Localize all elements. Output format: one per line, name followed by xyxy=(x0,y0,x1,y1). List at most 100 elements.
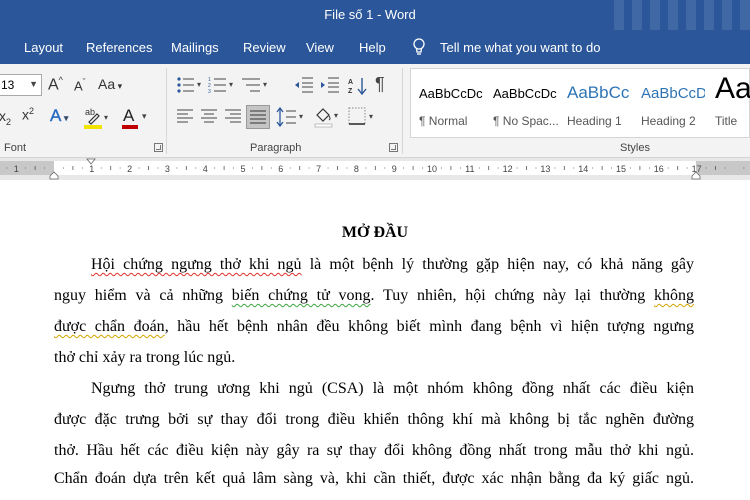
highlight-color-button[interactable]: ab ▾ xyxy=(84,106,110,130)
font-size-dropdown[interactable]: 13 ▼ xyxy=(0,74,42,96)
shading-button[interactable]: ▾ xyxy=(314,106,342,128)
paragraph-2-line-3: thở. Hầu hết các điều kiện này gây ra sự… xyxy=(54,442,694,459)
ruler-number: 4 xyxy=(203,164,208,174)
ribbon: 13 ▼ A^ Aˇ Aa ▾ x2 x2 A ▾ ab ▾ A ▾ Font xyxy=(0,64,750,158)
ruler-number: 7 xyxy=(316,164,321,174)
ruler-number: 3 xyxy=(165,164,170,174)
grow-font-button[interactable]: A^ xyxy=(48,75,63,94)
font-color-button[interactable]: A ▾ xyxy=(122,106,152,130)
align-center-icon xyxy=(201,109,217,123)
lightbulb-icon xyxy=(413,38,425,55)
superscript-button[interactable]: x2 xyxy=(22,106,34,123)
ruler-number: 14 xyxy=(578,164,588,174)
ruler-number: 16 xyxy=(654,164,664,174)
ribbon-tab-bar: Layout References Mailings Review View H… xyxy=(0,30,750,64)
increase-indent-button[interactable] xyxy=(320,76,340,94)
svg-text:▾: ▾ xyxy=(369,112,373,121)
font-group-label: Font xyxy=(4,142,27,154)
show-hide-marks-button[interactable]: ¶ xyxy=(375,74,385,95)
document-heading: MỞ ĐẦU xyxy=(341,224,409,241)
paragraph-1-line-2: nguy hiểm và cả những biến chứng tử vong… xyxy=(54,287,695,304)
decrease-indent-icon xyxy=(295,77,313,93)
ruler-number: 13 xyxy=(540,164,550,174)
shrink-font-button[interactable]: Aˇ xyxy=(74,77,86,93)
line-spacing-icon: ▾ xyxy=(276,106,303,128)
change-case-button[interactable]: Aa ▾ xyxy=(98,76,122,92)
tab-mailings[interactable]: Mailings xyxy=(171,40,219,55)
tab-view[interactable]: View xyxy=(306,40,334,55)
ruler-number: 15 xyxy=(616,164,626,174)
paragraph-1-line-3: được chẩn đoán, hầu hết bệnh nhân đều kh… xyxy=(54,318,694,335)
align-right-icon xyxy=(225,109,241,123)
numbering-button[interactable]: 123 ▾ xyxy=(208,76,236,95)
numbered-list-icon: 123 ▾ xyxy=(208,77,233,95)
paragraph-group-label: Paragraph xyxy=(250,142,302,154)
line-spacing-button[interactable]: ▾ xyxy=(276,106,306,128)
sort-button[interactable]: AZ xyxy=(348,76,368,96)
document-page[interactable]: MỞ ĐẦU Hội chứng ngưng thở khi ngủ là mộ… xyxy=(0,180,750,500)
text-effects-button[interactable]: A ▾ xyxy=(50,106,69,126)
tab-references[interactable]: References xyxy=(86,40,152,55)
multilevel-list-icon: ▾ xyxy=(242,78,267,92)
ruler-number: 11 xyxy=(465,164,474,174)
style-title[interactable]: Aa Title xyxy=(715,69,750,137)
multilevel-list-button[interactable]: ▾ xyxy=(242,76,270,94)
paragraph-1-line-1: Hội chứng ngưng thở khi ngủ là một bệnh … xyxy=(91,256,695,273)
svg-text:▾: ▾ xyxy=(263,80,267,89)
styles-gallery: AaBbCcDc ¶ Normal AaBbCcDc ¶ No Spac... … xyxy=(410,68,750,138)
svg-text:▾: ▾ xyxy=(104,113,108,122)
sort-az-icon: AZ xyxy=(348,78,367,96)
font-dialog-launcher[interactable] xyxy=(154,143,163,152)
ruler-number: 10 xyxy=(427,164,437,174)
chevron-down-icon: ▼ xyxy=(29,79,38,89)
style-heading-2[interactable]: AaBbCcD Heading 2 xyxy=(641,69,705,137)
highlighter-icon: ab ▾ xyxy=(84,107,108,129)
ribbon-separator xyxy=(166,68,167,154)
subscript-button[interactable]: x2 xyxy=(0,108,11,127)
justify-button[interactable] xyxy=(246,105,270,129)
ribbon-separator xyxy=(402,68,403,154)
borders-button[interactable]: ▾ xyxy=(348,107,378,127)
title-bar: File số 1 - Word xyxy=(0,0,750,60)
svg-text:▾: ▾ xyxy=(299,112,303,121)
svg-text:▾: ▾ xyxy=(197,80,201,89)
grammar-suggestion: biến chứng tử vong xyxy=(231,287,371,304)
svg-text:▾: ▾ xyxy=(229,80,233,89)
horizontal-ruler[interactable]: 1 1 2 3 4 5 6 7 8 9 10 11 12 13 14 15 16 17 xyxy=(0,158,750,180)
svg-text:ab: ab xyxy=(85,107,95,117)
ruler-number: 6 xyxy=(278,164,283,174)
style-heading-1[interactable]: AaBbCc Heading 1 xyxy=(567,69,629,137)
ruler-number: 8 xyxy=(354,164,359,174)
styles-group-label: Styles xyxy=(620,142,650,154)
align-left-icon xyxy=(177,109,193,123)
align-left-button[interactable] xyxy=(176,108,194,126)
svg-text:Z: Z xyxy=(348,88,353,95)
borders-icon: ▾ xyxy=(348,107,373,125)
tab-review[interactable]: Review xyxy=(243,40,286,55)
align-right-button[interactable] xyxy=(224,108,242,126)
ruler-number: 12 xyxy=(503,164,513,174)
tell-me-search[interactable]: Tell me what you want to do xyxy=(440,40,600,55)
paragraph-2-line-4: Chẩn đoán dựa trên kết quả lâm sàng và, … xyxy=(54,470,694,487)
align-center-button[interactable] xyxy=(200,108,218,126)
grammar-suggestion: được chẩn đoán xyxy=(54,318,165,335)
decrease-indent-button[interactable] xyxy=(294,76,314,94)
ruler-number: 1 xyxy=(14,164,19,174)
svg-text:3: 3 xyxy=(208,89,211,94)
ruler-number: 2 xyxy=(127,164,132,174)
paragraph-dialog-launcher[interactable] xyxy=(389,143,398,152)
ruler-number: 9 xyxy=(392,164,397,174)
tab-layout[interactable]: Layout xyxy=(24,40,63,55)
tab-help[interactable]: Help xyxy=(359,40,386,55)
bullets-button[interactable]: ▾ xyxy=(176,76,204,94)
spelling-error: Hội chứng ngưng thở khi ngủ xyxy=(91,256,302,273)
paragraph-2-line-1: Ngưng thở trung ương khi ngủ (CSA) là mộ… xyxy=(91,380,694,397)
increase-indent-icon xyxy=(321,77,339,93)
svg-text:▾: ▾ xyxy=(334,111,338,120)
svg-text:A: A xyxy=(348,79,353,86)
paragraph-1-line-4: thở chỉ xảy ra trong lúc ngủ. xyxy=(54,349,236,366)
style-no-spacing[interactable]: AaBbCcDc ¶ No Spac... xyxy=(493,69,567,137)
paragraph-2-line-2: được đặc trưng bởi sự thay đổi trong điề… xyxy=(54,411,694,428)
left-indent-marker xyxy=(49,171,59,180)
style-normal[interactable]: AaBbCcDc ¶ Normal xyxy=(419,69,491,137)
